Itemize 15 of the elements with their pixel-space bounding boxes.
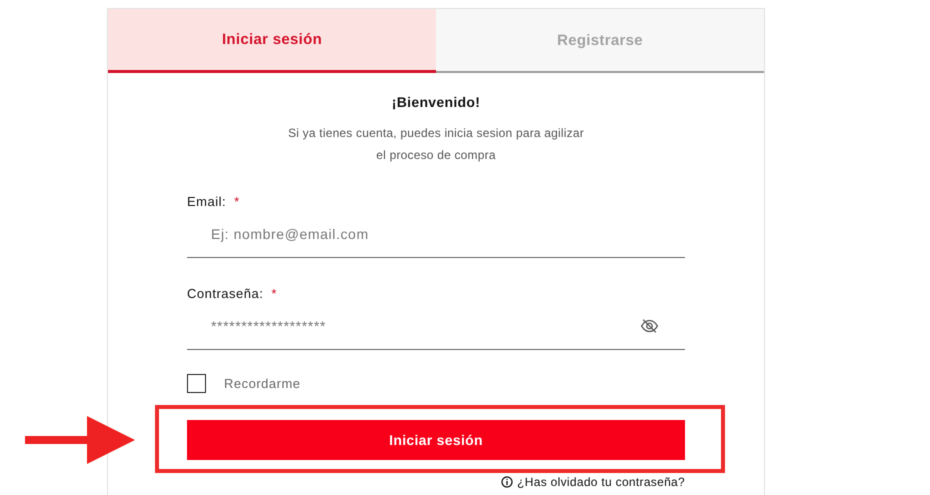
field-label: Email: bbox=[187, 194, 226, 209]
welcome-title: ¡Bienvenido! bbox=[392, 94, 480, 110]
tab[interactable]: Registrarse bbox=[436, 9, 764, 73]
required-asterisk: * bbox=[271, 286, 276, 301]
welcome-description: Si ya tienes cuenta, puedes inicia sesion para agilizar el proceso de compra bbox=[287, 125, 585, 164]
remember-label: Recordarme bbox=[224, 376, 301, 391]
login-button[interactable]: Iniciar sesión bbox=[187, 420, 685, 460]
email-field[interactable]: Ej: nombre@email.com bbox=[187, 211, 685, 258]
tab[interactable]: Iniciar sesión bbox=[108, 9, 436, 73]
remember-checkbox[interactable] bbox=[187, 374, 206, 393]
info-icon bbox=[501, 476, 514, 488]
field-label: Contraseña: bbox=[187, 286, 264, 301]
password-field[interactable]: ******************* bbox=[187, 303, 685, 350]
required-asterisk: * bbox=[234, 194, 240, 209]
eye-off-icon[interactable] bbox=[640, 318, 659, 334]
